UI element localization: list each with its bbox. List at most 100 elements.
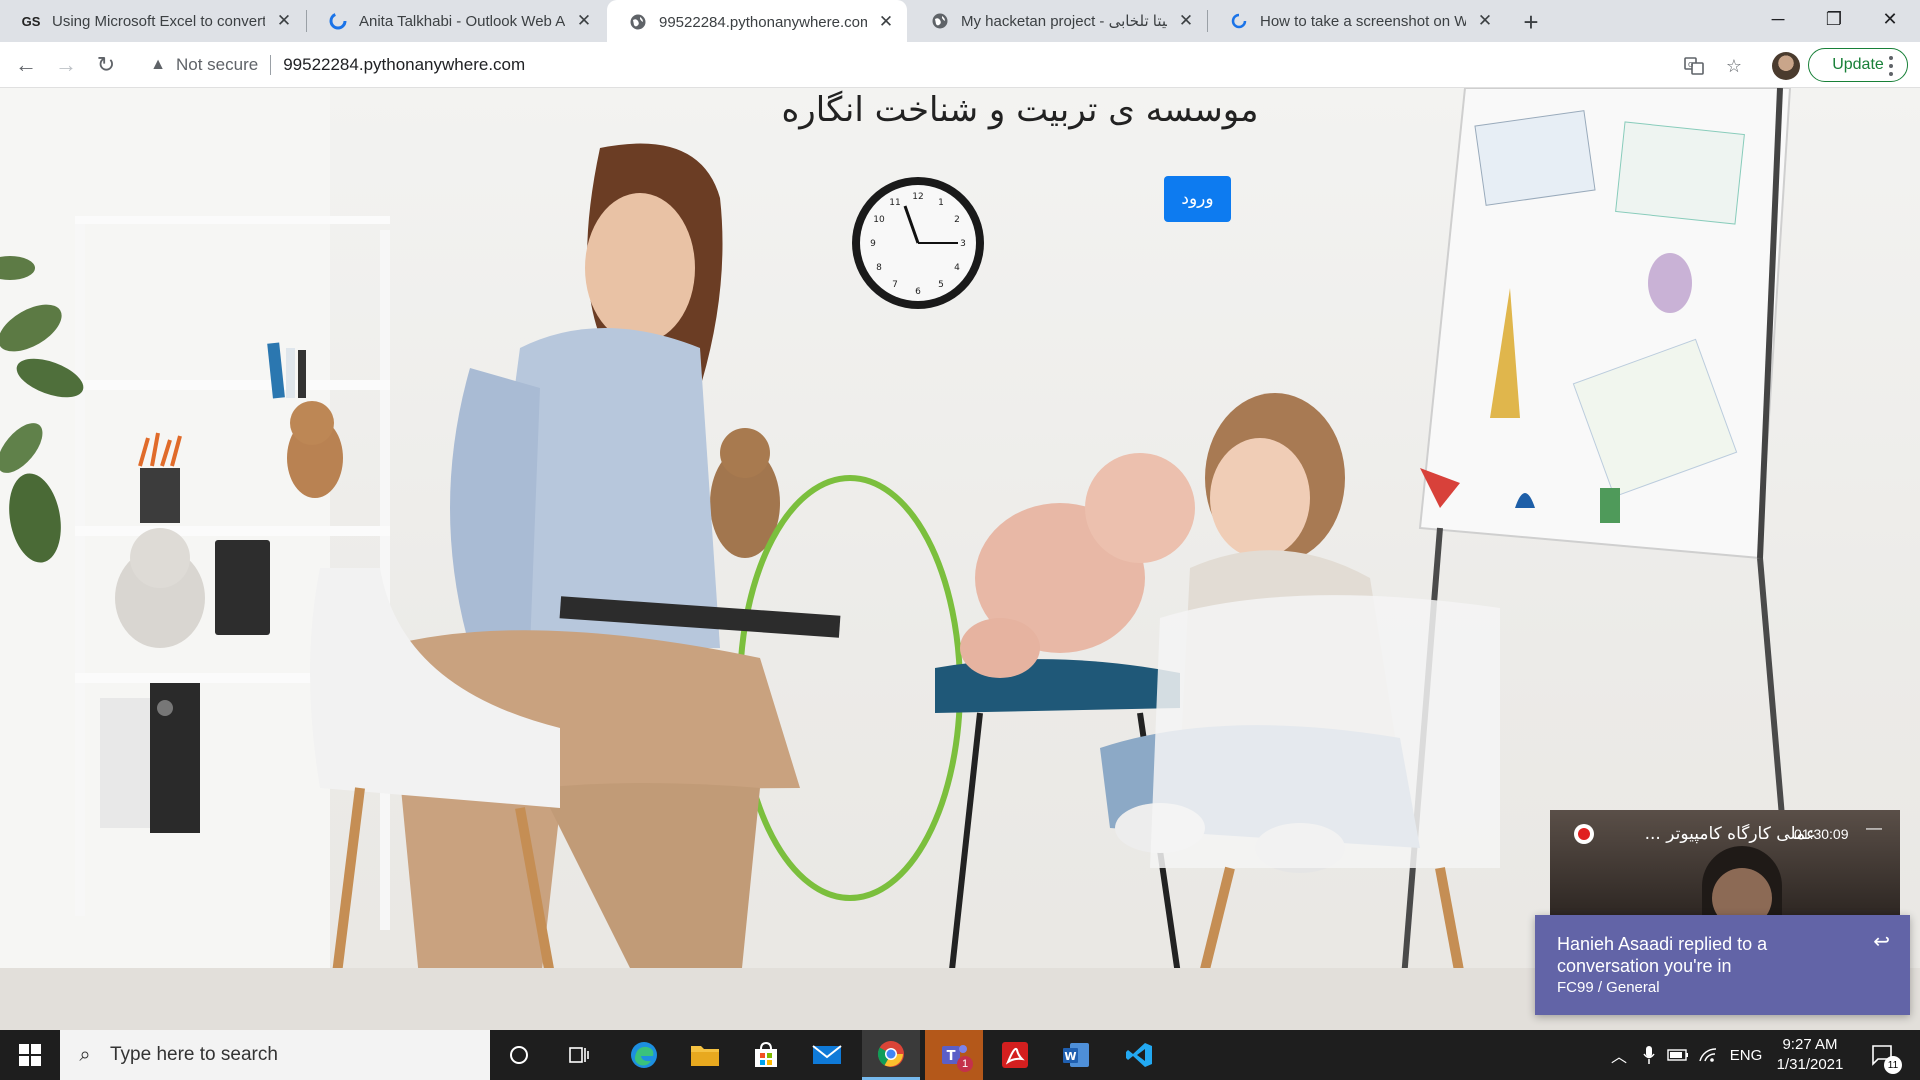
outlook-icon [329, 12, 347, 30]
vscode-icon [1126, 1043, 1152, 1067]
tab-title: How to take a screenshot on Win [1260, 12, 1466, 30]
clock-number: 10 [873, 215, 885, 225]
security-label[interactable]: Not secure [176, 55, 258, 75]
tab-title: My hacketan project - آنیتا تلخابی [961, 13, 1167, 30]
taskbar-clock[interactable]: 9:27 AM 1/31/2021 [1770, 1035, 1850, 1075]
taskbar-acrobat[interactable] [986, 1030, 1044, 1080]
meeting-minimize-button[interactable]: — [1866, 820, 1882, 838]
folder-icon [691, 1046, 719, 1066]
toast-channel: FC99 / General [1557, 979, 1660, 996]
teams-notification-toast[interactable]: ↩ Hanieh Asaadi replied to a conversatio… [1535, 915, 1910, 1015]
new-tab-button[interactable]: + [1517, 7, 1545, 37]
taskbar-file-explorer[interactable] [676, 1030, 734, 1080]
tab-title: Using Microsoft Excel to convert [52, 12, 265, 30]
svg-text:G: G [1688, 61, 1693, 69]
acrobat-icon [1002, 1042, 1028, 1068]
tab-pythonanywhere[interactable]: 99522284.pythonanywhere.com ✕ [607, 0, 907, 44]
meeting-timer: 01:30:09 [1794, 826, 1849, 842]
meeting-mini-window[interactable]: عملی کارگاه کامپیوتر ... 01:30:09 — [1550, 810, 1900, 915]
tab-title: Anita Talkhabi - Outlook Web Ap [359, 12, 565, 30]
toast-message: Hanieh Asaadi replied to a conversation … [1557, 934, 1768, 976]
notification-count: 11 [1884, 1056, 1902, 1074]
taskbar-store[interactable] [737, 1030, 795, 1080]
close-icon[interactable]: ✕ [1177, 11, 1195, 30]
taskbar-search-box[interactable]: ⌕ Type here to search [60, 1030, 490, 1080]
globe-icon [931, 12, 949, 30]
battery-icon[interactable] [1664, 1030, 1692, 1080]
windows-logo-icon [19, 1044, 41, 1066]
gs-favicon-icon: GS [21, 13, 41, 29]
clock-number: 11 [889, 198, 900, 208]
taskbar-chrome[interactable] [862, 1030, 920, 1080]
microphone-icon[interactable] [1636, 1030, 1662, 1080]
tab-strip: GS Using Microsoft Excel to convert ✕ An… [0, 0, 1920, 44]
store-icon [755, 1041, 777, 1067]
teams-badge: 1 [957, 1056, 973, 1072]
chrome-icon [877, 1040, 904, 1067]
wifi-icon[interactable] [1694, 1030, 1722, 1080]
warning-icon[interactable]: ▲ [148, 55, 168, 75]
tab-excel[interactable]: GS Using Microsoft Excel to convert ✕ [0, 0, 305, 42]
clock-number: 1 [938, 198, 944, 208]
therapist-figure [377, 143, 841, 988]
word-icon: W [1063, 1043, 1089, 1067]
clock-number: 3 [960, 239, 966, 249]
address-divider [270, 55, 272, 75]
reload-button[interactable]: ↻ [90, 49, 122, 81]
screen: GS Using Microsoft Excel to convert ✕ An… [0, 0, 1920, 1080]
clock-number: 12 [912, 192, 923, 202]
page-title: موسسه ی تربیت و شناخت انگاره [781, 90, 1259, 130]
tab-title: 99522284.pythonanywhere.com [659, 13, 867, 31]
task-view-button[interactable] [550, 1030, 608, 1080]
translate-icon[interactable]: G [1683, 55, 1705, 77]
clock-time: 9:27 AM [1782, 1036, 1838, 1053]
clock-date: 1/31/2021 [1776, 1056, 1844, 1073]
close-window-button[interactable]: ✕ [1862, 0, 1918, 38]
login-button[interactable]: ورود [1164, 176, 1231, 222]
search-placeholder: Type here to search [110, 1044, 278, 1065]
action-center-button[interactable]: 11 [1862, 1030, 1902, 1080]
close-icon[interactable]: ✕ [1476, 11, 1494, 30]
meeting-title: عملی کارگاه کامپیوتر ... [1644, 824, 1816, 844]
minimize-window-button[interactable]: ─ [1750, 0, 1806, 38]
clock-number: 2 [954, 215, 960, 225]
clock-number: 4 [954, 263, 960, 273]
recording-icon [1574, 824, 1594, 844]
close-icon[interactable]: ✕ [877, 12, 895, 31]
svg-text:T: T [947, 1049, 956, 1064]
tab-hacketan[interactable]: My hacketan project - آنیتا تلخابی ✕ [909, 0, 1207, 42]
address-bar[interactable]: ▲ Not secure 99522284.pythonanywhere.com [138, 47, 1578, 83]
language-indicator[interactable]: ENG [1726, 1030, 1766, 1080]
globe-icon [629, 13, 647, 31]
taskbar-edge[interactable] [615, 1030, 673, 1080]
clock-number: 5 [938, 280, 944, 290]
taskbar-mail[interactable] [798, 1030, 856, 1080]
taskbar-teams[interactable]: T 1 [925, 1030, 983, 1080]
mail-icon [812, 1045, 842, 1064]
back-button[interactable]: ← [10, 49, 42, 81]
taskbar-vscode[interactable] [1110, 1030, 1168, 1080]
reply-icon[interactable]: ↩ [1873, 929, 1890, 954]
bookmark-star-icon[interactable]: ☆ [1723, 55, 1745, 77]
edge-icon [631, 1042, 657, 1068]
forward-button[interactable]: → [50, 49, 82, 81]
restore-window-button[interactable]: ❐ [1806, 0, 1862, 38]
svg-text:W: W [1064, 1050, 1076, 1063]
wall-clock: 12 1 2 3 4 5 6 7 8 9 10 11 [852, 177, 984, 309]
url-text[interactable]: 99522284.pythonanywhere.com [283, 55, 525, 75]
taskbar-word[interactable]: W [1047, 1030, 1105, 1080]
close-icon[interactable]: ✕ [575, 11, 593, 30]
menu-kebab-icon[interactable] [1888, 56, 1894, 76]
start-button[interactable] [0, 1030, 60, 1080]
clock-number: 7 [892, 280, 898, 290]
cortana-button[interactable] [490, 1030, 548, 1080]
profile-avatar[interactable] [1772, 52, 1800, 80]
tab-outlook[interactable]: Anita Talkhabi - Outlook Web Ap ✕ [307, 0, 605, 42]
close-icon[interactable]: ✕ [275, 11, 293, 30]
loading-icon [1230, 12, 1248, 30]
clock-number: 6 [915, 287, 921, 297]
show-hidden-icons-chevron-icon[interactable]: ︿ [1604, 1030, 1634, 1080]
tab-screenshot-howto[interactable]: How to take a screenshot on Win ✕ [1208, 0, 1506, 42]
windows-taskbar: ⌕ Type here to search T 1 W ︿ ENG 9:27 A… [0, 1030, 1920, 1080]
search-icon: ⌕ [79, 1043, 91, 1066]
